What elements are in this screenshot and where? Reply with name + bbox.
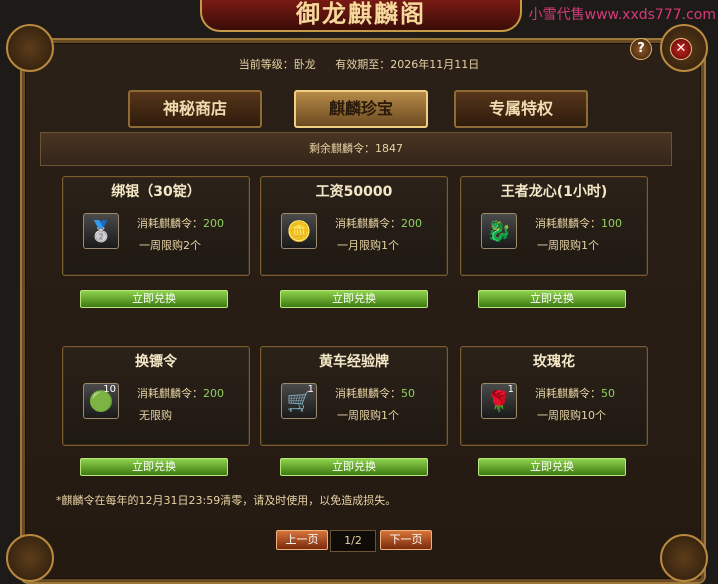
level-info: 当前等级：卧龙 有效期至：2026年11月11日 xyxy=(0,56,718,72)
remaining-tokens: 剩余麒麟令：1847 xyxy=(40,132,672,166)
item-card: 工资50000 🪙 消耗麒麟令：200 一月限购1个 xyxy=(260,176,448,276)
silver-ingot-icon[interactable]: 🥈 xyxy=(83,213,119,249)
tab-qilin-treasure[interactable]: 麒麟珍宝 xyxy=(294,90,428,128)
rose-icon[interactable]: 🌹 1 xyxy=(481,383,517,419)
item-count: 1 xyxy=(307,384,314,395)
escort-token-icon[interactable]: 🟢 10 xyxy=(83,383,119,419)
corner-ornament-bottom-left xyxy=(6,534,54,582)
dragon-head-icon[interactable]: 🐉 xyxy=(481,213,517,249)
item-limit: 一月限购1个 xyxy=(337,239,399,252)
item-card: 玫瑰花 🌹 1 消耗麒麟令：50 一周限购10个 xyxy=(460,346,648,446)
item-count: 1 xyxy=(507,384,514,395)
redeem-button[interactable]: 立即兑换 xyxy=(478,290,626,308)
item-card: 绑银（30锭） 🥈 消耗麒麟令：200 一周限购2个 xyxy=(62,176,250,276)
item-name: 王者龙心(1小时) xyxy=(500,184,608,200)
item-cost: 消耗麒麟令：200 xyxy=(137,217,224,230)
item-cost: 消耗麒麟令：200 xyxy=(137,387,224,400)
item-limit: 一周限购1个 xyxy=(337,409,399,422)
item-limit: 一周限购10个 xyxy=(537,409,606,422)
item-cost: 消耗麒麟令：50 xyxy=(535,387,615,400)
item-card: 换镖令 🟢 10 消耗麒麟令：200 无限购 xyxy=(62,346,250,446)
item-card: 黄车经验牌 🛒 1 消耗麒麟令：50 一周限购1个 xyxy=(260,346,448,446)
watermark: 小雪代售www.xxds777.com xyxy=(528,7,716,23)
tab-exclusive-privilege[interactable]: 专属特权 xyxy=(454,90,588,128)
item-name: 玫瑰花 xyxy=(533,354,575,370)
tab-bar: 神秘商店 麒麟珍宝 专属特权 xyxy=(128,90,598,128)
item-cost: 消耗麒麟令：200 xyxy=(335,217,422,230)
redeem-button[interactable]: 立即兑换 xyxy=(80,290,228,308)
item-cost: 消耗麒麟令：100 xyxy=(535,217,622,230)
prev-page-button[interactable]: 上一页 xyxy=(276,530,328,550)
corner-ornament-bottom-right xyxy=(660,534,708,582)
reset-notice: *麒麟令在每年的12月31日23:59清零，请及时使用，以免造成损失。 xyxy=(56,494,397,507)
item-name: 换镖令 xyxy=(135,354,177,370)
item-name: 黄车经验牌 xyxy=(319,354,389,370)
expiry-date: 有效期至：2026年11月11日 xyxy=(335,58,480,71)
item-card: 王者龙心(1小时) 🐉 消耗麒麟令：100 一周限购1个 xyxy=(460,176,648,276)
tab-mystery-shop[interactable]: 神秘商店 xyxy=(128,90,262,128)
item-name: 工资50000 xyxy=(315,184,393,200)
current-level: 当前等级：卧龙 xyxy=(238,58,316,71)
page-indicator: 1/2 xyxy=(330,530,376,552)
next-page-button[interactable]: 下一页 xyxy=(380,530,432,550)
redeem-button[interactable]: 立即兑换 xyxy=(280,290,428,308)
item-cost: 消耗麒麟令：50 xyxy=(335,387,415,400)
redeem-button[interactable]: 立即兑换 xyxy=(478,458,626,476)
redeem-button[interactable]: 立即兑换 xyxy=(80,458,228,476)
yellow-cart-icon[interactable]: 🛒 1 xyxy=(281,383,317,419)
item-limit: 一周限购2个 xyxy=(139,239,201,252)
redeem-button[interactable]: 立即兑换 xyxy=(280,458,428,476)
gold-coins-icon[interactable]: 🪙 xyxy=(281,213,317,249)
item-limit: 一周限购1个 xyxy=(537,239,599,252)
item-count: 10 xyxy=(103,384,116,395)
item-name: 绑银（30锭） xyxy=(111,184,201,200)
item-limit: 无限购 xyxy=(139,409,172,422)
window-title: 御龙麒麟阁 xyxy=(200,0,522,32)
